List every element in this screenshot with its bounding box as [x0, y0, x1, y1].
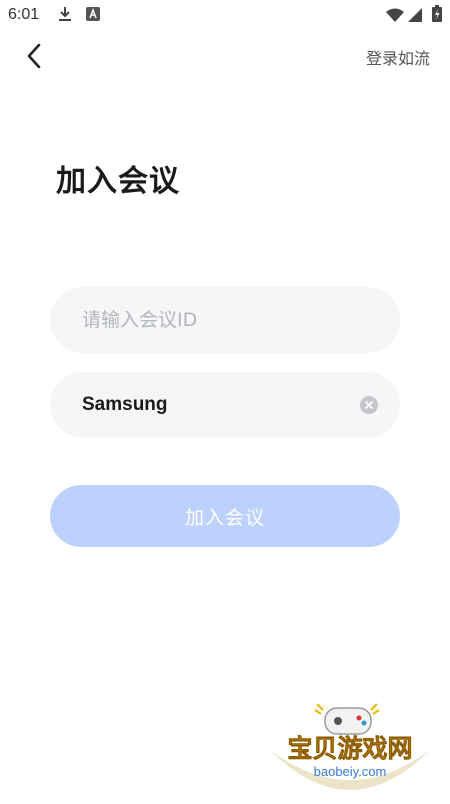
status-time: 6:01	[8, 6, 40, 23]
name-input[interactable]	[80, 393, 360, 417]
clear-icon[interactable]	[360, 396, 378, 414]
status-bar: 6:01	[0, 0, 450, 30]
page-title: 加入会议	[56, 164, 180, 199]
watermark-title: 宝贝游戏网	[287, 734, 412, 763]
chevron-left-icon	[27, 43, 41, 69]
back-button[interactable]	[18, 40, 50, 72]
login-link[interactable]: 登录如流	[366, 45, 430, 69]
a-icon	[86, 6, 100, 25]
download-icon	[58, 6, 72, 26]
wifi-icon	[386, 7, 404, 26]
watermark-logo: 宝贝游戏网 baobeiy.com	[265, 690, 435, 800]
watermark-domain: baobeiy.com	[314, 764, 387, 779]
signal-icon	[408, 7, 422, 26]
meeting-id-field	[50, 287, 400, 353]
battery-icon	[432, 5, 442, 26]
name-field	[50, 372, 400, 438]
join-meeting-button[interactable]: 加入会议	[50, 485, 400, 547]
meeting-id-input[interactable]	[80, 308, 370, 332]
